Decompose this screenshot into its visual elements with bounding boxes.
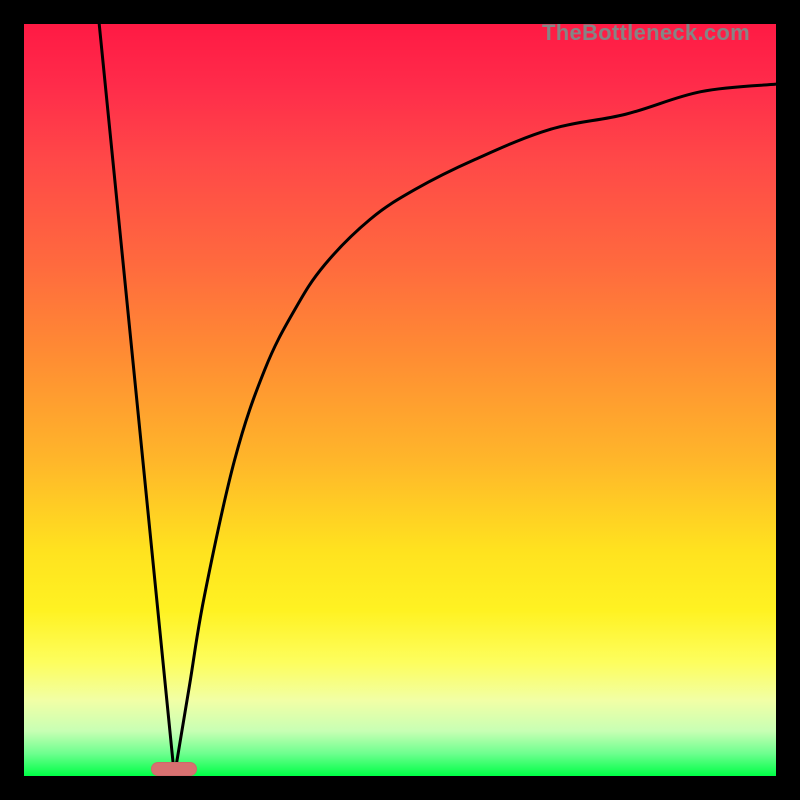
plot-area: TheBottleneck.com [24, 24, 776, 776]
chart-container: TheBottleneck.com [0, 0, 800, 800]
curve-line [24, 24, 776, 776]
watermark-text: TheBottleneck.com [542, 22, 750, 44]
trough-marker [151, 762, 197, 776]
